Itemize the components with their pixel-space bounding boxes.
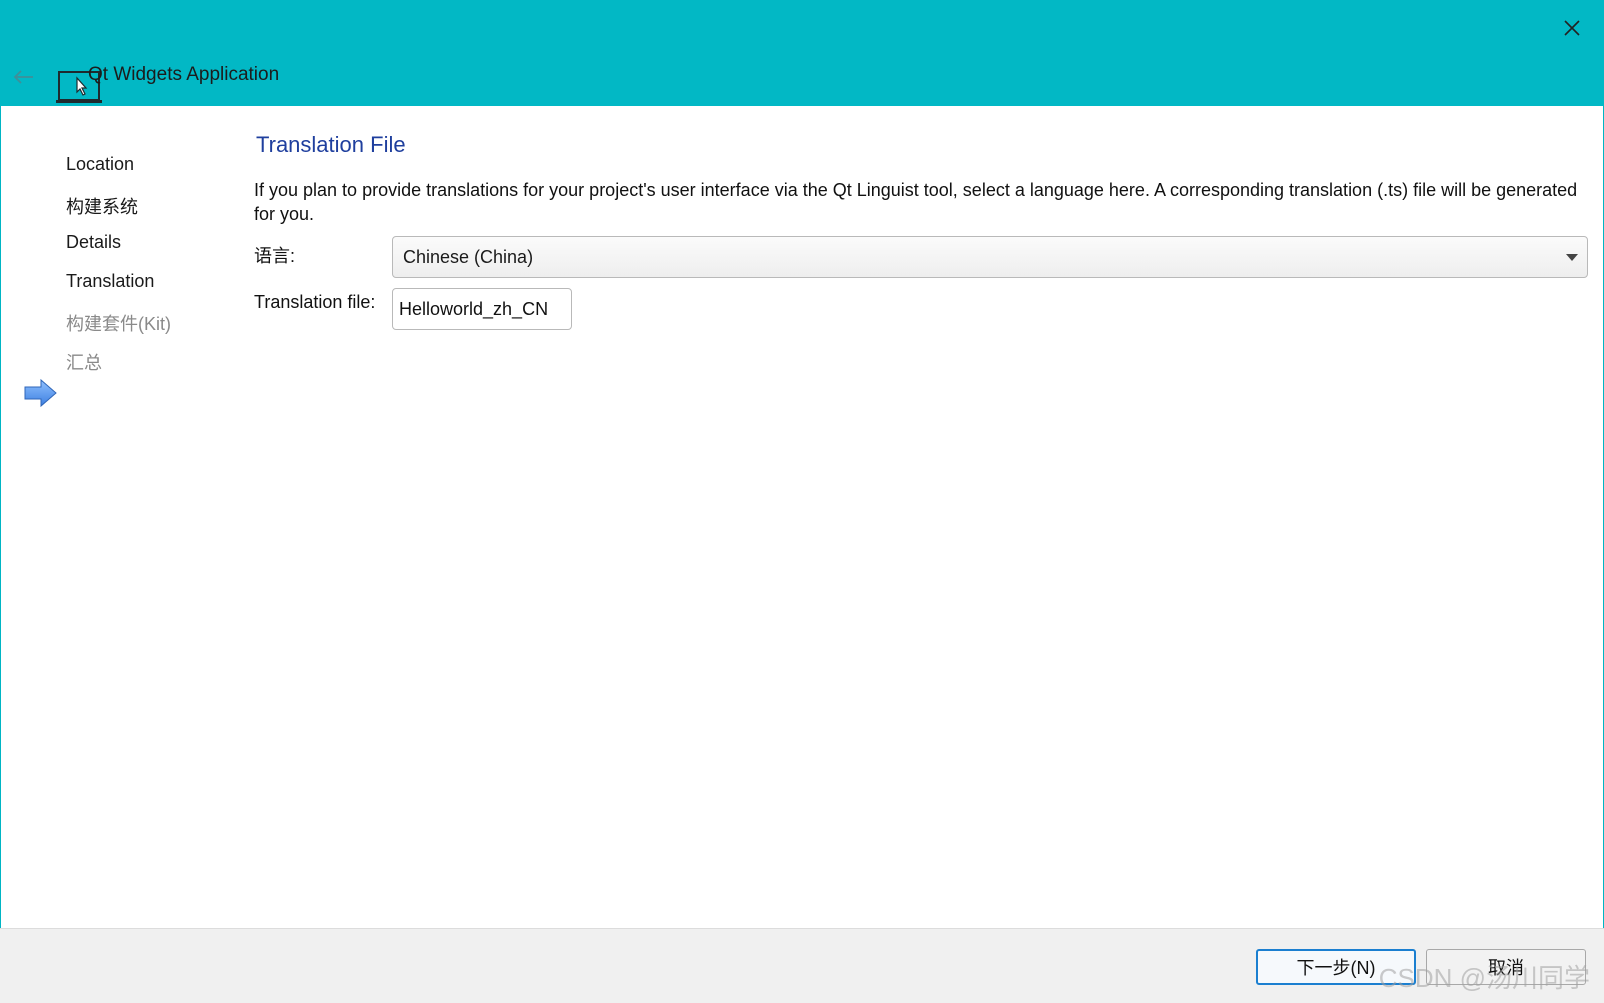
step-kits: 构建套件(Kit) [66,314,171,334]
button-bar: 下一步(N) 取消 [0,928,1604,1003]
back-button[interactable] [8,62,38,92]
cancel-button[interactable]: 取消 [1426,949,1586,985]
title-bar: Qt Widgets Application [0,0,1604,106]
language-select-value: Chinese (China) [403,246,534,267]
step-translation: Translation [66,271,155,291]
step-details: Details [66,232,122,252]
language-select[interactable]: Chinese (China) [392,236,1588,278]
translation-file-label: Translation file: [254,292,376,312]
wizard-steps: Location 构建系统 Details Translation 构建套件(K… [0,106,240,926]
window-title: Qt Widgets Application [88,64,280,85]
close-icon [1564,20,1580,36]
translation-file-input[interactable] [392,288,572,330]
step-location: Location [66,154,135,174]
close-button[interactable] [1552,8,1592,48]
back-arrow-icon [13,70,33,84]
page-title: Translation File [256,132,406,157]
wizard-page: Translation File If you plan to provide … [254,106,1594,926]
next-button[interactable]: 下一步(N) [1256,949,1416,985]
page-description: If you plan to provide translations for … [254,180,1578,224]
step-build-system: 构建系统 [66,197,138,217]
right-arrow-icon [24,378,57,408]
language-label: 语言: [254,246,296,266]
chevron-down-icon [1566,254,1578,261]
step-summary: 汇总 [66,353,102,373]
